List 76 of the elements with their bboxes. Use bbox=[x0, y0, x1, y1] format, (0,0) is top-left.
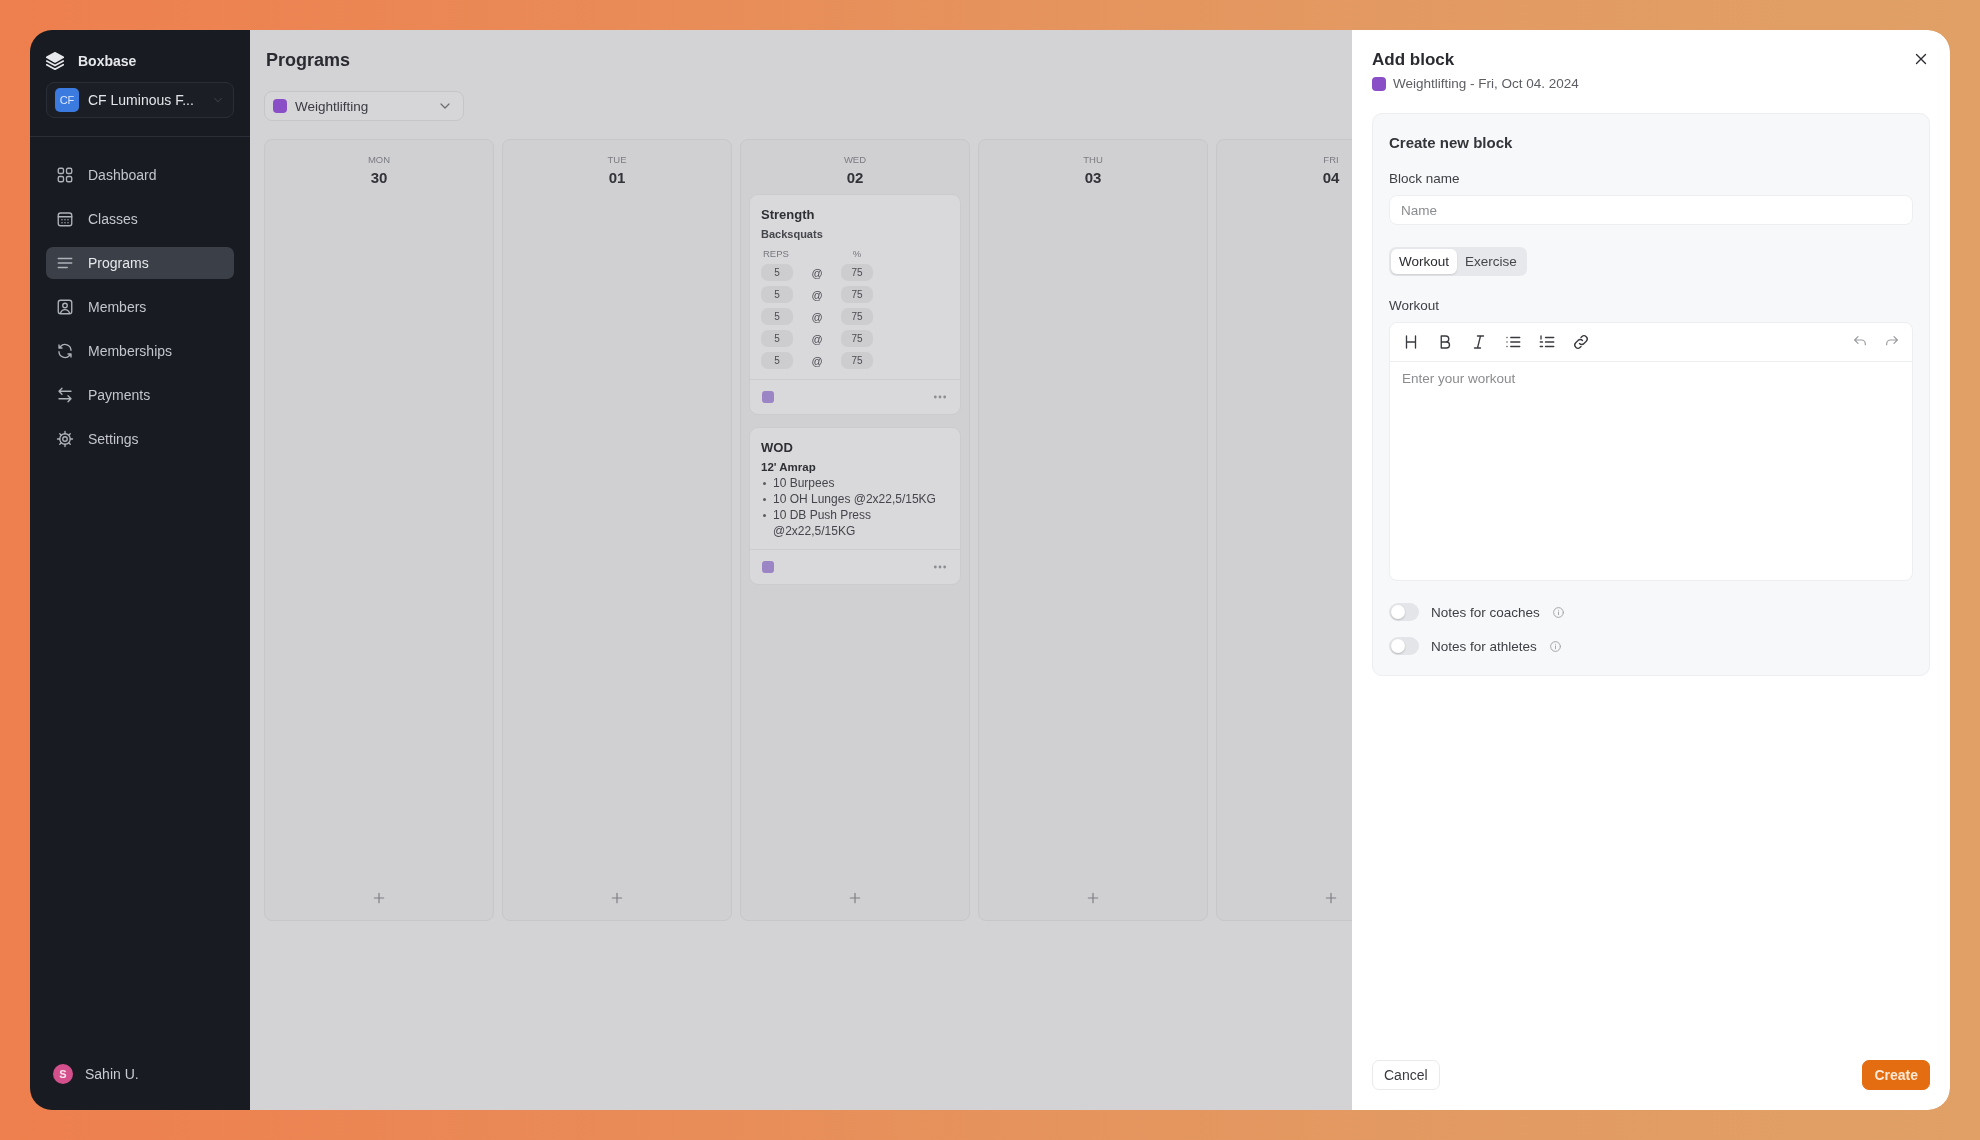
nav-item[interactable]: Dashboard bbox=[46, 159, 234, 191]
tab[interactable]: Exercise bbox=[1457, 249, 1525, 274]
column-header: % bbox=[851, 248, 863, 259]
grid-icon bbox=[56, 166, 74, 184]
exercise-name: Backsquats bbox=[761, 228, 824, 240]
calendar-icon bbox=[56, 210, 74, 228]
day-number: 03 bbox=[1083, 169, 1103, 186]
nav-item[interactable]: Memberships bbox=[46, 335, 234, 367]
workout-line: 10 OH Lunges @2x22,5/15KG bbox=[761, 491, 949, 507]
at-sign: @ bbox=[810, 310, 824, 323]
reps-value: 5 bbox=[761, 352, 793, 369]
info-icon bbox=[1551, 605, 1565, 619]
weekday-label: THU bbox=[1082, 154, 1104, 165]
settings-icon bbox=[56, 430, 74, 448]
reps-value: 5 bbox=[761, 264, 793, 281]
layers-icon bbox=[44, 50, 66, 72]
at-sign: @ bbox=[810, 332, 824, 345]
workout-line: 10 Burpees bbox=[761, 475, 949, 491]
program-select[interactable]: Weightlifting bbox=[264, 91, 464, 121]
workout-heading: 12' Amrap bbox=[761, 461, 817, 473]
nav-item[interactable]: Programs bbox=[46, 247, 234, 279]
toggle-label: Notes for athletes bbox=[1431, 638, 1537, 654]
at-sign: @ bbox=[810, 266, 824, 279]
day-number: 01 bbox=[607, 169, 627, 186]
column-header: REPS bbox=[762, 248, 790, 259]
plus-icon bbox=[1323, 890, 1339, 906]
toggle-switch[interactable] bbox=[1389, 603, 1419, 621]
percent-value: 75 bbox=[841, 286, 873, 303]
name-input-field[interactable]: Name bbox=[1389, 195, 1913, 225]
toggle-label: Notes for coaches bbox=[1431, 604, 1540, 620]
nav-item[interactable]: Payments bbox=[46, 379, 234, 411]
plus-icon bbox=[371, 890, 387, 906]
block-title: Strength bbox=[761, 207, 816, 222]
link-button[interactable] bbox=[1572, 333, 1590, 351]
percent-value: 75 bbox=[841, 352, 873, 369]
reps-value: 5 bbox=[761, 330, 793, 347]
at-sign: @ bbox=[810, 288, 824, 301]
tab[interactable]: Workout bbox=[1391, 249, 1458, 274]
workout-line: 10 DB Push Press @2x22,5/15KG bbox=[761, 507, 949, 539]
nav-item[interactable]: Members bbox=[46, 291, 234, 323]
arrows-icon bbox=[56, 386, 74, 404]
field-label: Block name bbox=[1389, 171, 1461, 186]
plus-icon bbox=[847, 890, 863, 906]
nav-item[interactable]: Classes bbox=[46, 203, 234, 235]
user-name: Sahin U. bbox=[85, 1066, 139, 1082]
workspace-selector[interactable]: CF CF Luminous F... bbox=[46, 82, 234, 118]
person-card-icon bbox=[56, 298, 74, 316]
weekday-label: TUE bbox=[606, 154, 628, 165]
toggle-switch[interactable] bbox=[1389, 637, 1419, 655]
percent-value: 75 bbox=[841, 308, 873, 325]
plus-icon bbox=[1085, 890, 1101, 906]
block-title: WOD bbox=[761, 440, 794, 455]
day-number: 30 bbox=[369, 169, 389, 186]
percent-value: 75 bbox=[841, 264, 873, 281]
info-icon bbox=[1548, 639, 1562, 653]
cancel-button[interactable]: Cancel bbox=[1372, 1060, 1440, 1090]
at-sign: @ bbox=[810, 354, 824, 367]
brand-name: Boxbase bbox=[78, 53, 137, 69]
panel-title: Add block bbox=[1372, 50, 1456, 70]
field-label: Workout bbox=[1389, 298, 1441, 313]
workspace-avatar: CF bbox=[55, 88, 79, 112]
reps-value: 5 bbox=[761, 286, 793, 303]
weekday-label: FRI bbox=[1322, 154, 1340, 165]
refresh-icon bbox=[56, 342, 74, 360]
plus-icon bbox=[609, 890, 625, 906]
panel-subtitle: Weightlifting - Fri, Oct 04. 2024 bbox=[1393, 76, 1579, 91]
link-icon bbox=[1572, 333, 1590, 351]
day-number: 04 bbox=[1321, 169, 1341, 186]
percent-value: 75 bbox=[841, 330, 873, 347]
day-number: 02 bbox=[845, 169, 865, 186]
page-title: Programs bbox=[266, 50, 352, 71]
section-title: Create new block bbox=[1389, 134, 1514, 151]
weekday-label: WED bbox=[842, 154, 868, 165]
weekday-label: MON bbox=[366, 154, 392, 165]
nav-item[interactable]: Settings bbox=[46, 423, 234, 455]
reps-value: 5 bbox=[761, 308, 793, 325]
